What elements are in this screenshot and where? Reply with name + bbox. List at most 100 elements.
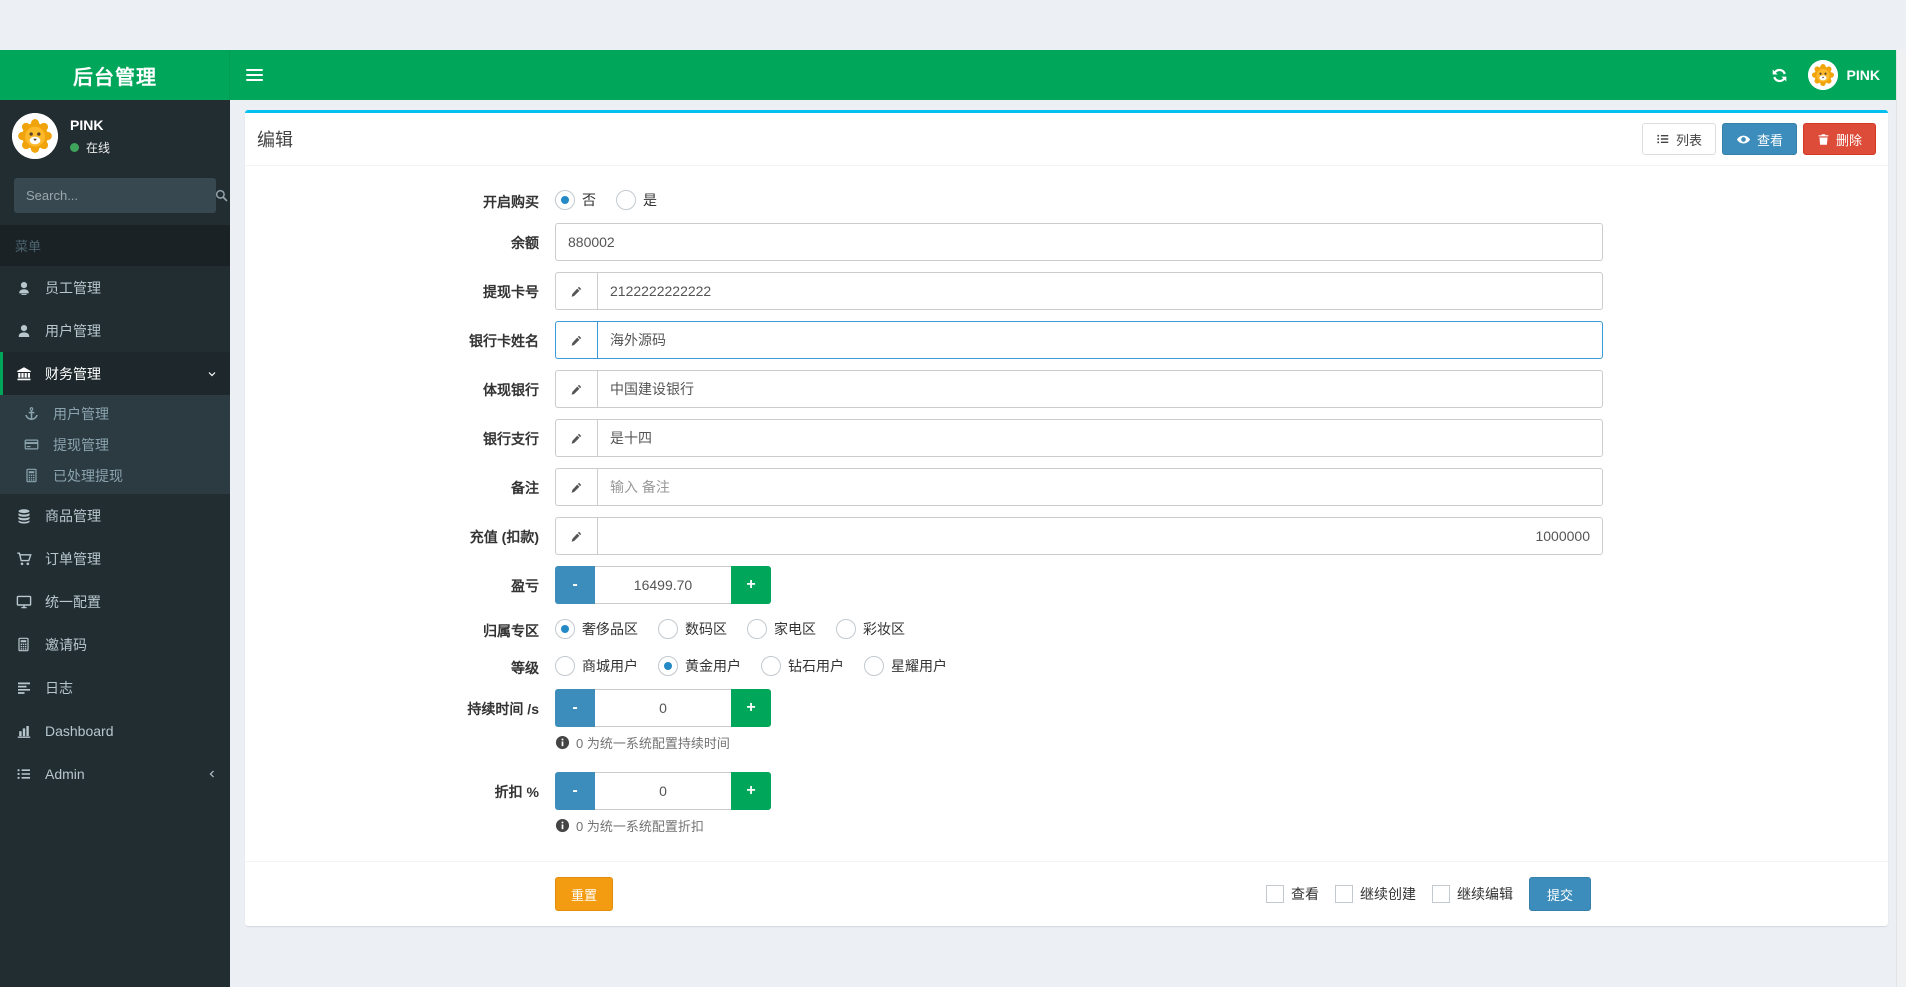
duration-input[interactable] xyxy=(595,689,731,727)
pencil-icon xyxy=(555,419,597,457)
sidebar-item-admin[interactable]: Admin xyxy=(0,752,230,795)
field-label-balance: 余额 xyxy=(511,235,539,251)
search-input[interactable] xyxy=(14,188,214,203)
user-name-label: PINK xyxy=(1846,67,1880,83)
info-icon xyxy=(555,818,570,833)
sidebar-item-unified-config[interactable]: 统一配置 xyxy=(0,580,230,623)
view-button[interactable]: 查看 xyxy=(1721,123,1797,155)
bar-chart-icon xyxy=(16,723,45,739)
balance-input[interactable] xyxy=(555,223,1603,261)
discount-hint: 0 为统一系统配置折扣 xyxy=(555,816,1603,835)
cart-icon xyxy=(16,551,45,567)
remark-input[interactable] xyxy=(597,468,1603,506)
radio-level-mall[interactable]: 商城用户 xyxy=(555,656,638,676)
sidebar-item-dashboard[interactable]: Dashboard xyxy=(0,709,230,752)
staff-icon xyxy=(16,280,45,296)
sidebar-subitem-user-finance[interactable]: 用户管理 xyxy=(0,398,230,429)
radio-level-diamond[interactable]: 钻石用户 xyxy=(761,656,844,676)
sidebar-item-logs[interactable]: 日志 xyxy=(0,666,230,709)
radio-icon xyxy=(555,656,575,676)
submit-button[interactable]: 提交 xyxy=(1528,877,1591,911)
radio-icon xyxy=(864,656,884,676)
checkbox-view[interactable]: 查看 xyxy=(1265,884,1319,904)
calculator-icon xyxy=(24,468,53,483)
sidebar-search xyxy=(14,178,228,213)
radio-purchase-no[interactable]: 否 xyxy=(555,190,596,210)
anchor-icon xyxy=(24,406,53,421)
radio-icon xyxy=(658,656,678,676)
panel-title: 编辑 xyxy=(257,130,293,150)
radio-level-gold[interactable]: 黄金用户 xyxy=(658,656,741,676)
field-label-branch: 银行支行 xyxy=(483,431,539,447)
bank-icon xyxy=(16,366,45,382)
sidebar-subitem-processed-withdraw[interactable]: 已处理提现 xyxy=(0,460,230,491)
card-number-input[interactable] xyxy=(597,272,1603,310)
radio-icon xyxy=(555,190,575,210)
credit-card-icon xyxy=(24,437,53,452)
checkbox-continue-create[interactable]: 继续创建 xyxy=(1334,884,1416,904)
brand-logo[interactable]: 后台管理 xyxy=(0,50,230,100)
radio-icon xyxy=(761,656,781,676)
sidebar-subitem-withdraw[interactable]: 提现管理 xyxy=(0,429,230,460)
delete-button[interactable]: 删除 xyxy=(1802,123,1876,155)
radio-zone-appliance[interactable]: 家电区 xyxy=(747,619,816,639)
user-icon xyxy=(16,323,45,339)
refresh-icon[interactable] xyxy=(1771,67,1788,84)
pencil-icon xyxy=(555,517,597,555)
chevron-down-icon xyxy=(206,368,218,380)
field-label-discount: 折扣 % xyxy=(494,784,539,800)
scrollbar[interactable] xyxy=(1896,50,1906,987)
radio-icon xyxy=(555,619,575,639)
user-status[interactable]: 在线 xyxy=(70,139,110,156)
field-label-recharge: 充值 (扣款) xyxy=(469,529,539,545)
radio-zone-makeup[interactable]: 彩妆区 xyxy=(836,619,905,639)
sidebar-item-staff[interactable]: 员工管理 xyxy=(0,266,230,309)
plus-button[interactable]: + xyxy=(731,566,771,604)
bank-input[interactable] xyxy=(597,370,1603,408)
minus-button[interactable]: - xyxy=(555,689,595,727)
profit-input[interactable] xyxy=(595,566,731,604)
field-label-level: 等级 xyxy=(511,660,539,676)
checkbox-continue-edit[interactable]: 继续编辑 xyxy=(1431,884,1513,904)
info-icon xyxy=(555,735,570,750)
radio-zone-digital[interactable]: 数码区 xyxy=(658,619,727,639)
finance-submenu: 用户管理 提现管理 已处理提现 xyxy=(0,395,230,494)
avatar xyxy=(1807,60,1838,90)
discount-input[interactable] xyxy=(595,772,731,810)
sidebar-user-panel: PINK 在线 xyxy=(0,100,230,172)
field-label-profit: 盈亏 xyxy=(511,578,539,594)
radio-zone-luxury[interactable]: 奢侈品区 xyxy=(555,619,638,639)
duration-hint: 0 为统一系统配置持续时间 xyxy=(555,733,1603,752)
sidebar-item-products[interactable]: 商品管理 xyxy=(0,494,230,537)
database-icon xyxy=(16,508,45,524)
reset-button[interactable]: 重置 xyxy=(555,877,614,911)
minus-button[interactable]: - xyxy=(555,772,595,810)
recharge-input[interactable] xyxy=(597,517,1603,555)
radio-purchase-yes[interactable]: 是 xyxy=(616,190,657,210)
list-button[interactable]: 列表 xyxy=(1641,123,1716,155)
plus-button[interactable]: + xyxy=(731,689,771,727)
sidebar-item-users[interactable]: 用户管理 xyxy=(0,309,230,352)
sidebar-toggle-icon[interactable] xyxy=(230,50,278,100)
radio-icon xyxy=(747,619,767,639)
sidebar-item-finance[interactable]: 财务管理 xyxy=(0,352,230,395)
field-label-duration: 持续时间 /s xyxy=(467,701,539,717)
keypad-icon xyxy=(16,637,45,652)
sidebar-item-invite-code[interactable]: 邀请码 xyxy=(0,623,230,666)
field-label-bank: 体现银行 xyxy=(483,382,539,398)
minus-button[interactable]: - xyxy=(555,566,595,604)
radio-level-star[interactable]: 星耀用户 xyxy=(864,656,947,676)
edit-panel: 编辑 列表 查看 删除 开启购买 否 是 余额 880002 提现卡号 2122… xyxy=(245,110,1888,926)
plus-button[interactable]: + xyxy=(731,772,771,810)
search-icon[interactable] xyxy=(214,178,229,213)
branch-input[interactable] xyxy=(597,419,1603,457)
radio-icon xyxy=(658,619,678,639)
list-icon xyxy=(1656,132,1670,146)
trash-icon xyxy=(1817,133,1830,146)
sidebar-item-orders[interactable]: 订单管理 xyxy=(0,537,230,580)
sidebar-user-name: PINK xyxy=(70,116,104,133)
user-menu[interactable]: PINK xyxy=(1807,60,1880,90)
field-label-zone: 归属专区 xyxy=(483,623,539,639)
card-name-input[interactable] xyxy=(597,321,1603,359)
desktop-icon xyxy=(16,594,45,610)
